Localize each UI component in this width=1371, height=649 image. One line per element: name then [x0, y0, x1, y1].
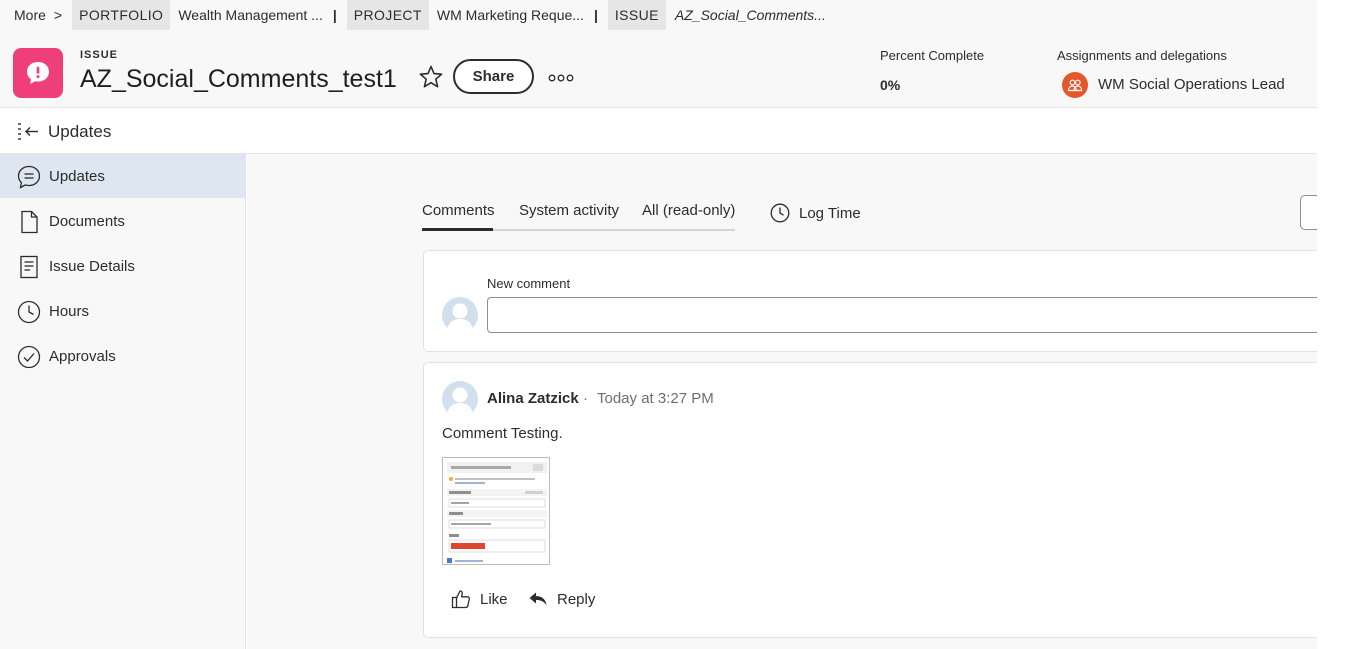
comment-card: Alina Zatzick · Today at 3:27 PM Comment… — [423, 362, 1317, 638]
breadcrumb-project-chip: PROJECT — [346, 0, 429, 30]
team-icon — [1067, 79, 1083, 92]
window-margin — [1317, 0, 1371, 649]
breadcrumb-current-issue: AZ_Social_Comments... — [674, 7, 826, 23]
app-window: More > PORTFOLIO Wealth Management ... |… — [0, 0, 1317, 649]
chevron-right-icon: > — [53, 7, 63, 23]
toolbar-button[interactable] — [1300, 195, 1317, 230]
breadcrumb-more[interactable]: More > — [0, 7, 72, 23]
breadcrumb-project-link[interactable]: WM Marketing Reque... — [429, 7, 592, 23]
thumbs-up-icon — [451, 590, 471, 609]
tab-comments[interactable]: Comments — [422, 202, 495, 219]
breadcrumb-separator: | — [593, 7, 598, 23]
comment-body: Comment Testing. — [442, 425, 563, 442]
log-time-label: Log Time — [799, 204, 861, 222]
collapse-panel-button[interactable] — [16, 121, 40, 143]
sidebar-item-updates[interactable]: Updates — [0, 154, 246, 198]
star-icon — [419, 65, 443, 88]
new-comment-label: New comment — [487, 276, 571, 291]
comment-meta-separator: · — [583, 390, 588, 407]
reply-label: Reply — [557, 590, 596, 608]
reply-arrow-icon — [529, 592, 547, 606]
comment-timestamp: Today at 3:27 PM — [597, 390, 714, 407]
document-icon — [21, 210, 38, 234]
share-button[interactable]: Share — [453, 59, 534, 94]
more-actions-button[interactable] — [548, 70, 574, 82]
breadcrumb-issue-chip: ISSUE — [607, 0, 666, 30]
sidebar-item-label: Issue Details — [49, 257, 135, 275]
new-comment-input[interactable] — [487, 297, 1317, 333]
object-type-label: ISSUE — [80, 49, 119, 61]
updates-main: Comments System activity All (read-only)… — [247, 154, 1317, 649]
assignee-name[interactable]: WM Social Operations Lead — [1098, 76, 1285, 93]
more-horizontal-icon — [548, 74, 574, 82]
attachment-preview-image — [443, 458, 549, 564]
sidebar-item-label: Approvals — [49, 347, 116, 365]
breadcrumb-separator: | — [332, 7, 337, 23]
percent-complete-value[interactable]: 0% — [880, 77, 900, 93]
tab-system-activity[interactable]: System activity — [519, 202, 619, 219]
active-tab-indicator — [422, 228, 493, 231]
new-comment-card: New comment — [423, 250, 1317, 352]
sidebar-item-label: Documents — [49, 212, 125, 230]
panel-header: Updates — [0, 109, 1317, 154]
left-navigation: Updates Documents Issue Details Hours Ap… — [0, 154, 246, 649]
user-placeholder-icon — [447, 303, 473, 333]
check-circle-icon — [17, 345, 41, 369]
percent-complete-label: Percent Complete — [880, 48, 985, 63]
user-placeholder-icon — [447, 387, 473, 417]
favorite-button[interactable] — [418, 64, 444, 90]
avatar — [442, 297, 478, 333]
sidebar-item-label: Updates — [49, 167, 105, 185]
breadcrumb: More > PORTFOLIO Wealth Management ... |… — [0, 0, 1317, 30]
details-icon — [20, 255, 38, 279]
sidebar-item-issue-details[interactable]: Issue Details — [0, 244, 246, 288]
panel-title: Updates — [48, 122, 112, 141]
assignments-label: Assignments and delegations — [1057, 48, 1227, 63]
sidebar-item-hours[interactable]: Hours — [0, 289, 246, 333]
issue-type-icon — [13, 48, 63, 98]
sidebar-item-documents[interactable]: Documents — [0, 199, 246, 243]
attachment-thumbnail[interactable] — [442, 457, 550, 565]
avatar — [442, 381, 478, 417]
issue-speech-alert-icon — [27, 62, 49, 84]
like-label: Like — [480, 590, 508, 608]
page-title[interactable]: AZ_Social_Comments_test1 — [80, 65, 397, 94]
clock-icon — [17, 300, 41, 324]
breadcrumb-portfolio-chip: PORTFOLIO — [72, 0, 171, 30]
log-time-button[interactable]: Log Time — [769, 201, 861, 225]
breadcrumb-portfolio-link[interactable]: Wealth Management ... — [170, 7, 330, 23]
team-avatar — [1062, 72, 1088, 98]
clock-icon — [770, 203, 790, 223]
sidebar-item-label: Hours — [49, 302, 90, 320]
reply-button[interactable]: Reply — [527, 587, 595, 611]
chat-bubble-icon — [17, 165, 41, 189]
like-button[interactable]: Like — [450, 587, 508, 611]
tab-all-read-only[interactable]: All (read-only) — [642, 202, 735, 219]
comment-author[interactable]: Alina Zatzick — [487, 390, 579, 407]
sidebar-item-approvals[interactable]: Approvals — [0, 334, 246, 378]
object-header: ISSUE AZ_Social_Comments_test1 Share Per… — [0, 30, 1317, 108]
breadcrumb-more-label: More — [14, 7, 46, 23]
collapse-left-icon — [18, 123, 38, 140]
